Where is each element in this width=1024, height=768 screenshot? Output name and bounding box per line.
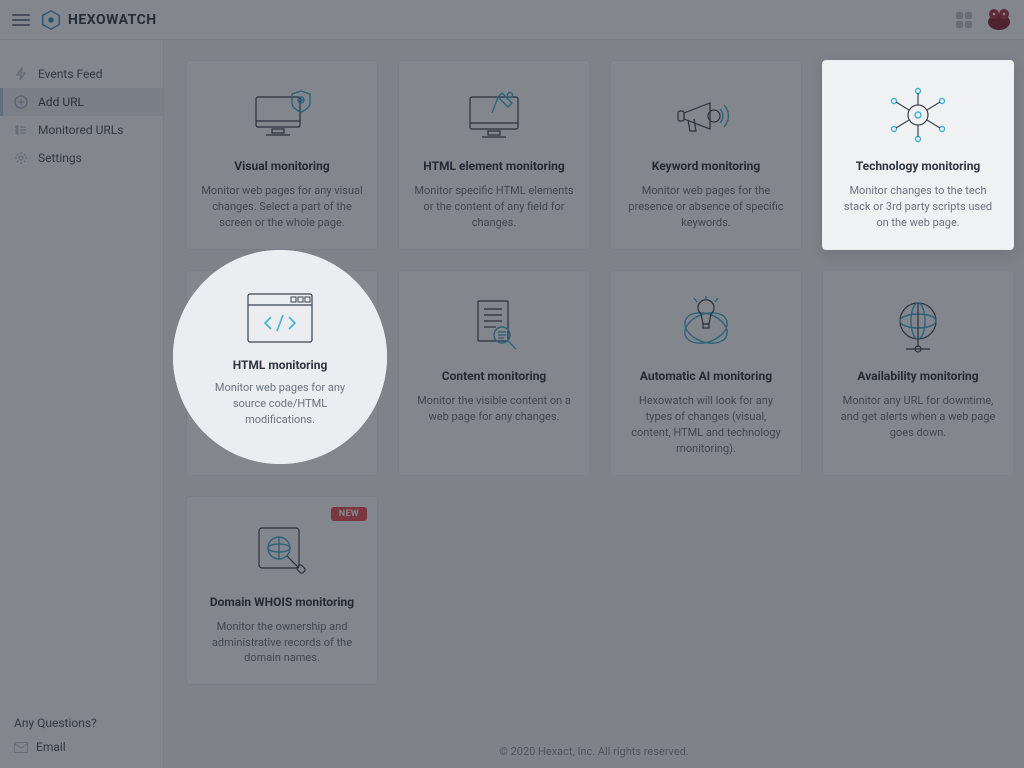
header-left: HEXOWATCH bbox=[12, 9, 157, 31]
header-right bbox=[956, 8, 1012, 32]
card-title: Availability monitoring bbox=[837, 369, 999, 383]
card-title: Automatic AI monitoring bbox=[625, 369, 787, 383]
card-title: Visual monitoring bbox=[201, 159, 363, 173]
card-desc: Monitor changes to the tech stack or 3rd… bbox=[837, 183, 999, 231]
card-whois[interactable]: NEW Domain WHOIS monitoring Monitor the ow… bbox=[186, 496, 378, 686]
sidebar: Events Feed Add URL Monitored URLs Settings… bbox=[0, 40, 164, 768]
card-visual[interactable]: Visual monitoring Monitor web pages for a… bbox=[186, 60, 378, 250]
brand-text: HEXOWATCH bbox=[68, 12, 157, 28]
card-title: HTML element monitoring bbox=[413, 159, 575, 173]
card-title: Domain WHOIS monitoring bbox=[201, 595, 363, 609]
sidebar-item-events-feed[interactable]: Events Feed bbox=[0, 60, 163, 88]
brand-logo[interactable]: HEXOWATCH bbox=[40, 9, 157, 31]
lightning-icon bbox=[14, 67, 28, 81]
menu-toggle[interactable] bbox=[12, 14, 30, 26]
sidebar-item-label: Add URL bbox=[38, 95, 84, 109]
card-desc: Monitor web pages for any visual changes… bbox=[201, 183, 363, 231]
user-avatar[interactable] bbox=[986, 8, 1012, 32]
card-desc: Monitor web pages for the presence or ab… bbox=[625, 183, 787, 231]
globe-icon bbox=[837, 291, 999, 359]
email-label: Email bbox=[36, 740, 66, 754]
magnify-globe-icon bbox=[201, 517, 363, 585]
card-technology[interactable]: Technology monitoring Monitor changes to … bbox=[822, 60, 1014, 250]
spotlight-card-html[interactable]: HTML monitoring Monitor web pages for an… bbox=[173, 250, 387, 464]
sidebar-item-monitored-urls[interactable]: Monitored URLs bbox=[0, 116, 163, 144]
sidebar-item-label: Settings bbox=[38, 151, 82, 165]
card-desc: Hexowatch will look for any types of cha… bbox=[625, 393, 787, 457]
tour-spotlight: HTML monitoring Monitor web pages for an… bbox=[173, 250, 387, 464]
monitor-shield-icon bbox=[201, 81, 363, 149]
card-desc: Monitor specific HTML elements or the co… bbox=[413, 183, 575, 231]
gear-icon bbox=[14, 151, 28, 165]
questions-label: Any Questions? bbox=[14, 716, 149, 730]
plus-circle-icon bbox=[14, 95, 28, 109]
apps-icon[interactable] bbox=[956, 12, 972, 28]
network-icon bbox=[837, 81, 999, 149]
spot-title: HTML monitoring bbox=[233, 358, 328, 372]
card-desc: Monitor any URL for downtime, and get al… bbox=[837, 393, 999, 441]
sidebar-item-settings[interactable]: Settings bbox=[0, 144, 163, 172]
sidebar-item-label: Events Feed bbox=[38, 67, 103, 81]
doc-search-icon bbox=[413, 291, 575, 359]
sidebar-item-add-url[interactable]: Add URL bbox=[0, 88, 163, 116]
card-desc: Monitor the visible content on a web pag… bbox=[413, 393, 575, 425]
new-badge: NEW bbox=[331, 507, 367, 521]
email-link[interactable]: Email bbox=[14, 740, 149, 754]
card-title: Content monitoring bbox=[413, 369, 575, 383]
card-title: Technology monitoring bbox=[837, 159, 999, 173]
sidebar-item-label: Monitored URLs bbox=[38, 123, 123, 137]
spot-desc: Monitor web pages for any source code/HT… bbox=[203, 380, 357, 428]
monitor-pin-icon bbox=[413, 81, 575, 149]
card-title: Keyword monitoring bbox=[625, 159, 787, 173]
card-desc: Monitor the ownership and administrative… bbox=[201, 619, 363, 667]
list-icon bbox=[14, 123, 28, 137]
card-html-element[interactable]: HTML element monitoring Monitor specific … bbox=[398, 60, 590, 250]
logo-icon bbox=[40, 9, 62, 31]
footer-text: © 2020 Hexact, Inc. All rights reserved. bbox=[186, 745, 1002, 758]
code-window-icon bbox=[247, 290, 313, 346]
mail-icon bbox=[14, 742, 28, 753]
header: HEXOWATCH bbox=[0, 0, 1024, 40]
card-ai[interactable]: Automatic AI monitoring Hexowatch will lo… bbox=[610, 270, 802, 476]
megaphone-icon bbox=[625, 81, 787, 149]
sidebar-footer: Any Questions? Email bbox=[0, 704, 163, 768]
card-availability[interactable]: Availability monitoring Monitor any URL f… bbox=[822, 270, 1014, 476]
nav-list: Events Feed Add URL Monitored URLs Settings bbox=[0, 60, 163, 172]
ai-bulb-icon bbox=[625, 291, 787, 359]
card-content[interactable]: Content monitoring Monitor the visible co… bbox=[398, 270, 590, 476]
card-keyword[interactable]: Keyword monitoring Monitor web pages for … bbox=[610, 60, 802, 250]
